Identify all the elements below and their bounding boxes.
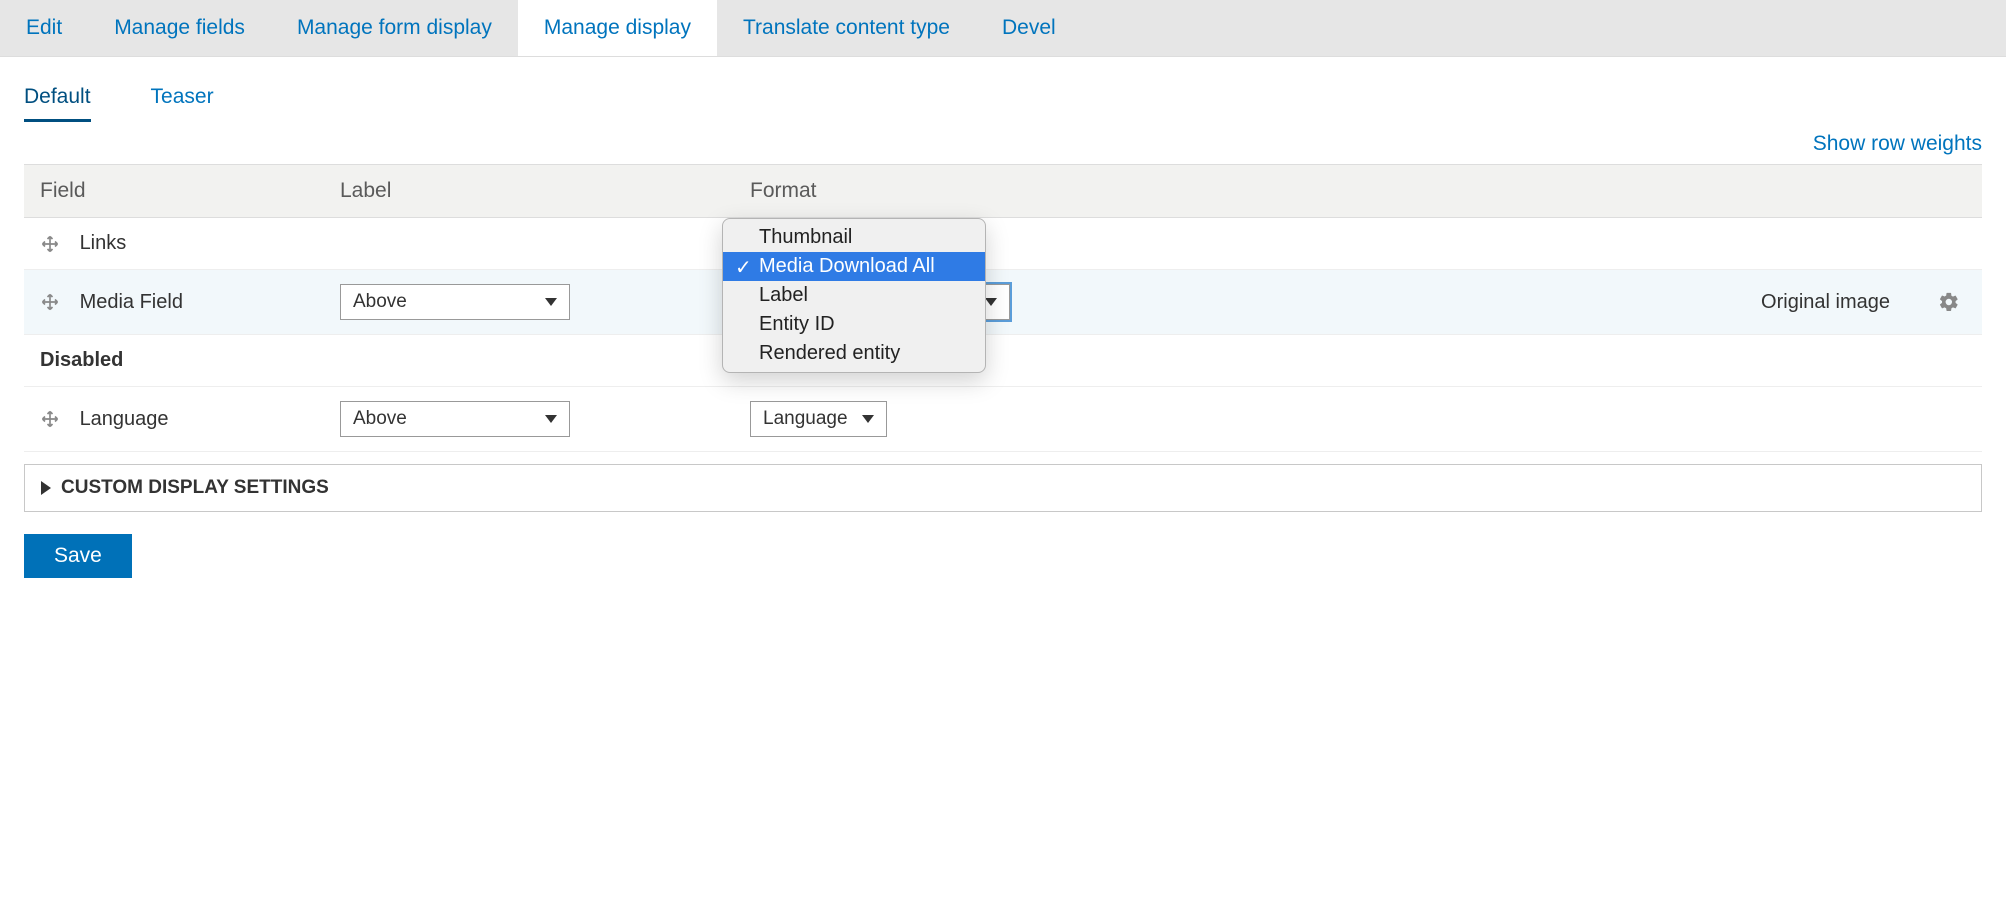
- gear-icon[interactable]: [1938, 291, 1966, 313]
- chevron-down-icon: [545, 298, 557, 306]
- format-option-label[interactable]: Label: [723, 281, 985, 310]
- col-header-field: Field: [24, 165, 324, 218]
- drag-handle-icon[interactable]: [40, 409, 60, 429]
- format-option-thumbnail[interactable]: Thumbnail: [723, 223, 985, 252]
- format-select-language[interactable]: Language: [750, 401, 887, 437]
- table-row-media-field: Media Field Above Thumbnail: [24, 270, 1982, 335]
- table-row-links: Links: [24, 218, 1982, 270]
- region-disabled: Disabled: [24, 335, 1982, 387]
- chevron-down-icon: [545, 415, 557, 423]
- custom-display-settings-summary[interactable]: CUSTOM DISPLAY SETTINGS: [25, 465, 1981, 511]
- subtab-default[interactable]: Default: [24, 85, 91, 122]
- field-name-media-field: Media Field: [80, 291, 183, 313]
- col-header-label: Label: [324, 165, 734, 218]
- tab-translate-content-type[interactable]: Translate content type: [717, 0, 976, 56]
- format-dropdown: Thumbnail Media Download All Label Entit…: [722, 218, 986, 373]
- format-option-media-download-all[interactable]: Media Download All: [723, 252, 985, 281]
- show-row-weights-link[interactable]: Show row weights: [1813, 132, 1982, 155]
- format-summary: Original image: [1761, 291, 1890, 313]
- field-name-links: Links: [80, 232, 127, 254]
- field-name-language: Language: [80, 408, 169, 430]
- tab-manage-display[interactable]: Manage display: [518, 0, 717, 56]
- drag-handle-icon[interactable]: [40, 292, 60, 312]
- custom-display-settings[interactable]: CUSTOM DISPLAY SETTINGS: [24, 464, 1982, 512]
- save-button[interactable]: Save: [24, 534, 132, 578]
- chevron-down-icon: [862, 415, 874, 423]
- custom-display-settings-label: CUSTOM DISPLAY SETTINGS: [61, 477, 329, 499]
- format-option-rendered-entity[interactable]: Rendered entity: [723, 339, 985, 368]
- format-select-value: Language: [763, 408, 848, 430]
- tab-edit[interactable]: Edit: [0, 0, 88, 56]
- chevron-down-icon: [985, 298, 997, 306]
- table-row-language: Language Above Language: [24, 387, 1982, 452]
- subtab-teaser[interactable]: Teaser: [151, 85, 214, 122]
- primary-tabs: Edit Manage fields Manage form display M…: [0, 0, 2006, 57]
- tab-devel[interactable]: Devel: [976, 0, 1082, 56]
- secondary-tabs: Default Teaser: [0, 57, 2006, 122]
- row-weights-toggle-row: Show row weights: [0, 122, 2006, 156]
- label-select-media-field[interactable]: Above: [340, 284, 570, 320]
- label-select-language[interactable]: Above: [340, 401, 570, 437]
- format-option-entity-id[interactable]: Entity ID: [723, 310, 985, 339]
- tab-manage-form-display[interactable]: Manage form display: [271, 0, 518, 56]
- display-fields-table: Field Label Format Links: [24, 164, 1982, 452]
- col-header-format: Format: [734, 165, 1982, 218]
- tab-manage-fields[interactable]: Manage fields: [88, 0, 271, 56]
- label-select-value: Above: [353, 408, 407, 430]
- label-select-value: Above: [353, 291, 407, 313]
- drag-handle-icon[interactable]: [40, 234, 60, 254]
